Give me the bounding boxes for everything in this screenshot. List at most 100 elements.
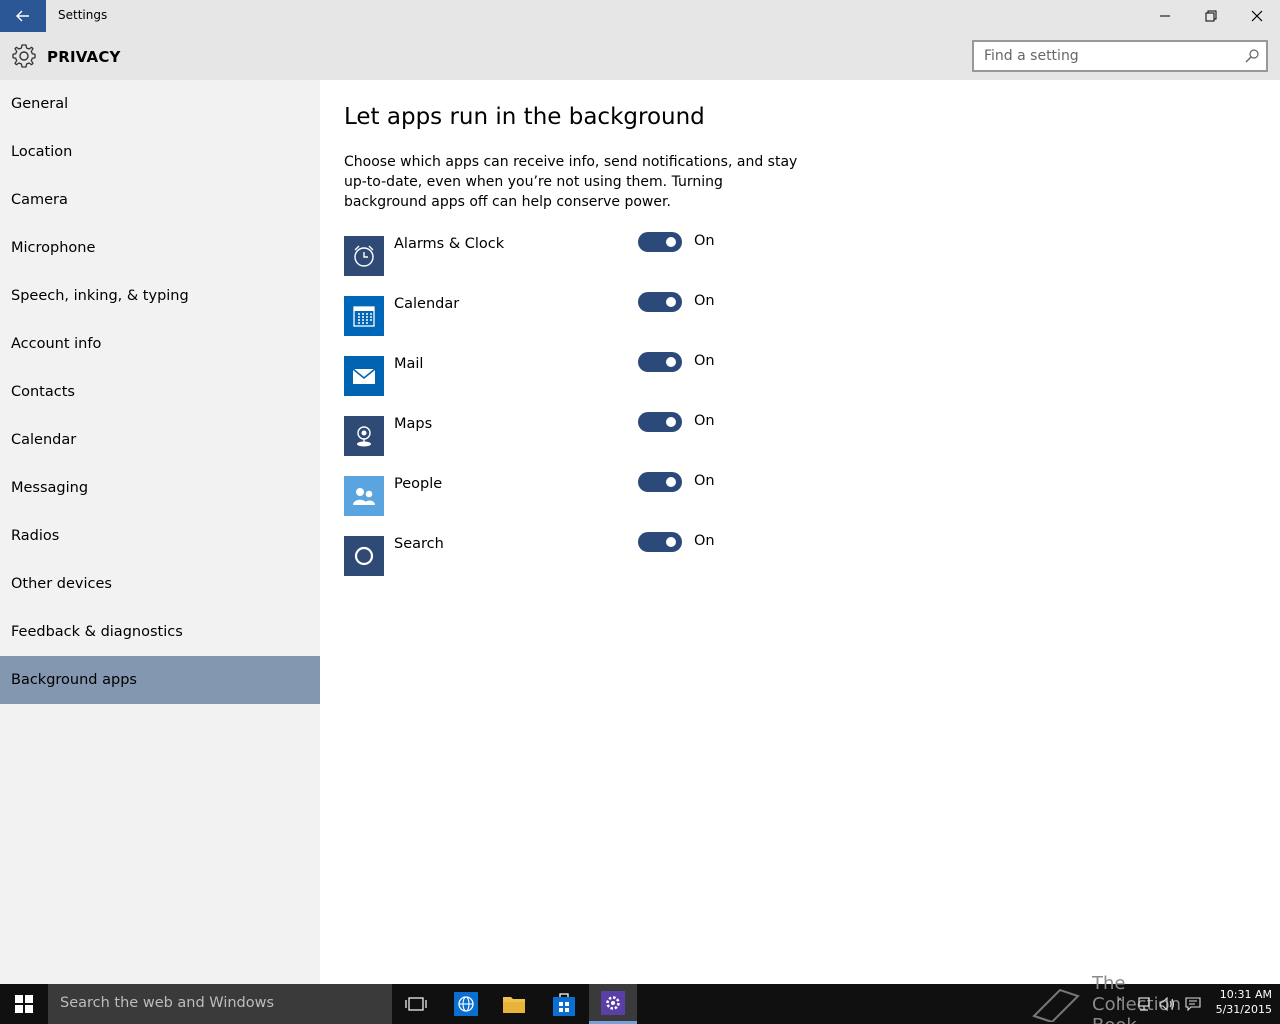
sidebar-item-speech[interactable]: Speech, inking, & typing bbox=[0, 272, 320, 320]
app-name: Alarms & Clock bbox=[394, 236, 505, 252]
taskbar: Search the web and Windows The Collectio… bbox=[0, 973, 1280, 1024]
tray-action-center-button[interactable] bbox=[1183, 994, 1203, 1014]
settings-gear-icon bbox=[601, 990, 625, 1015]
store-icon bbox=[553, 993, 575, 1016]
minimize-button[interactable] bbox=[1142, 0, 1188, 32]
window-title: Settings bbox=[58, 8, 108, 22]
sidebar-item-location[interactable]: Location bbox=[0, 128, 320, 176]
task-view-icon bbox=[405, 997, 427, 1011]
taskbar-search-box[interactable]: Search the web and Windows bbox=[48, 984, 392, 1024]
sidebar: General Location Camera Microphone Speec… bbox=[0, 80, 320, 984]
back-arrow-icon bbox=[16, 10, 29, 22]
find-setting-input[interactable] bbox=[984, 42, 1234, 70]
sidebar-item-account-info[interactable]: Account info bbox=[0, 320, 320, 368]
taskbar-browser-button[interactable] bbox=[442, 984, 490, 1024]
sidebar-item-label: Camera bbox=[11, 192, 68, 208]
taskbar-store-button[interactable] bbox=[540, 984, 588, 1024]
background-toggle-mail[interactable] bbox=[638, 352, 682, 372]
toggle-state-label: On bbox=[694, 353, 715, 369]
app-row-search: Search On bbox=[344, 532, 744, 576]
close-icon bbox=[1251, 10, 1263, 22]
search-icon[interactable] bbox=[1244, 48, 1260, 64]
sidebar-item-general[interactable]: General bbox=[0, 80, 320, 128]
app-row-mail: Mail On bbox=[344, 352, 744, 396]
calendar-icon bbox=[344, 296, 384, 336]
chevron-up-icon: ˄ bbox=[1117, 997, 1123, 1011]
folder-icon bbox=[503, 997, 525, 1013]
sidebar-item-label: Messaging bbox=[11, 480, 89, 496]
sidebar-item-label: Account info bbox=[11, 336, 102, 352]
sidebar-item-microphone[interactable]: Microphone bbox=[0, 224, 320, 272]
maps-icon bbox=[344, 416, 384, 456]
sidebar-item-background-apps[interactable]: Background apps bbox=[0, 656, 320, 704]
background-toggle-alarms[interactable] bbox=[638, 232, 682, 252]
restore-icon bbox=[1205, 10, 1217, 22]
book-icon bbox=[1032, 988, 1080, 1022]
app-name: Calendar bbox=[394, 296, 460, 312]
network-icon bbox=[1138, 997, 1150, 1011]
toggle-state-label: On bbox=[694, 413, 715, 429]
restore-button[interactable] bbox=[1188, 0, 1234, 32]
toggle-state-label: On bbox=[694, 533, 715, 549]
sidebar-item-label: Microphone bbox=[11, 240, 96, 256]
minimize-icon bbox=[1160, 15, 1170, 17]
app-row-maps: Maps On bbox=[344, 412, 744, 456]
app-row-people: People On bbox=[344, 472, 744, 516]
toggle-state-label: On bbox=[694, 233, 715, 249]
sidebar-item-camera[interactable]: Camera bbox=[0, 176, 320, 224]
page-section-title: PRIVACY bbox=[47, 48, 121, 66]
taskbar-settings-button[interactable] bbox=[589, 984, 637, 1024]
app-name: Mail bbox=[394, 356, 424, 372]
main-content: Let apps run in the background Choose wh… bbox=[320, 80, 1280, 984]
toggle-state-label: On bbox=[694, 473, 715, 489]
sidebar-item-contacts[interactable]: Contacts bbox=[0, 368, 320, 416]
sidebar-item-label: Other devices bbox=[11, 576, 112, 592]
toggle-state-label: On bbox=[694, 293, 715, 309]
people-icon bbox=[344, 476, 384, 516]
tray-network-button[interactable] bbox=[1134, 994, 1154, 1014]
sidebar-item-label: Feedback & diagnostics bbox=[11, 624, 183, 640]
sidebar-item-label: Radios bbox=[11, 528, 60, 544]
mail-icon bbox=[344, 356, 384, 396]
sidebar-item-radios[interactable]: Radios bbox=[0, 512, 320, 560]
background-toggle-search[interactable] bbox=[638, 532, 682, 552]
clock-date: 5/31/2015 bbox=[1215, 1003, 1272, 1016]
title-bar: Settings bbox=[0, 0, 1280, 32]
sidebar-item-label: Contacts bbox=[11, 384, 75, 400]
tray-volume-button[interactable] bbox=[1158, 994, 1178, 1014]
sidebar-item-label: Speech, inking, & typing bbox=[11, 288, 189, 304]
sidebar-item-label: General bbox=[11, 96, 69, 112]
browser-icon bbox=[454, 992, 478, 1016]
background-toggle-calendar[interactable] bbox=[638, 292, 682, 312]
sidebar-item-messaging[interactable]: Messaging bbox=[0, 464, 320, 512]
taskbar-search-placeholder: Search the web and Windows bbox=[60, 995, 275, 1011]
find-setting-box[interactable] bbox=[972, 40, 1268, 72]
sidebar-item-label: Background apps bbox=[11, 672, 137, 688]
sidebar-item-calendar[interactable]: Calendar bbox=[0, 416, 320, 464]
sidebar-item-other-devices[interactable]: Other devices bbox=[0, 560, 320, 608]
app-name: Search bbox=[394, 536, 444, 552]
back-button[interactable] bbox=[0, 0, 46, 32]
gear-icon bbox=[12, 44, 36, 68]
app-row-alarms: Alarms & Clock On bbox=[344, 232, 744, 276]
sidebar-item-label: Calendar bbox=[11, 432, 77, 448]
task-view-button[interactable] bbox=[392, 984, 440, 1024]
app-row-calendar: Calendar On bbox=[344, 292, 744, 336]
alarm-clock-icon bbox=[344, 236, 384, 276]
page-title: Let apps run in the background bbox=[344, 104, 705, 130]
app-name: People bbox=[394, 476, 443, 492]
settings-header: PRIVACY bbox=[0, 32, 1280, 80]
cortana-icon bbox=[344, 536, 384, 576]
sidebar-item-label: Location bbox=[11, 144, 73, 160]
background-toggle-maps[interactable] bbox=[638, 412, 682, 432]
page-description: Choose which apps can receive info, send… bbox=[344, 154, 798, 210]
start-button[interactable] bbox=[0, 984, 48, 1024]
tray-overflow-button[interactable]: ˄ bbox=[1110, 994, 1130, 1014]
sidebar-item-feedback[interactable]: Feedback & diagnostics bbox=[0, 608, 320, 656]
taskbar-clock[interactable]: 10:31 AM 5/31/2015 bbox=[1208, 987, 1272, 1017]
app-name: Maps bbox=[394, 416, 433, 432]
background-toggle-people[interactable] bbox=[638, 472, 682, 492]
taskbar-file-explorer-button[interactable] bbox=[490, 984, 538, 1024]
action-center-icon bbox=[1185, 997, 1201, 1011]
close-button[interactable] bbox=[1234, 0, 1280, 32]
